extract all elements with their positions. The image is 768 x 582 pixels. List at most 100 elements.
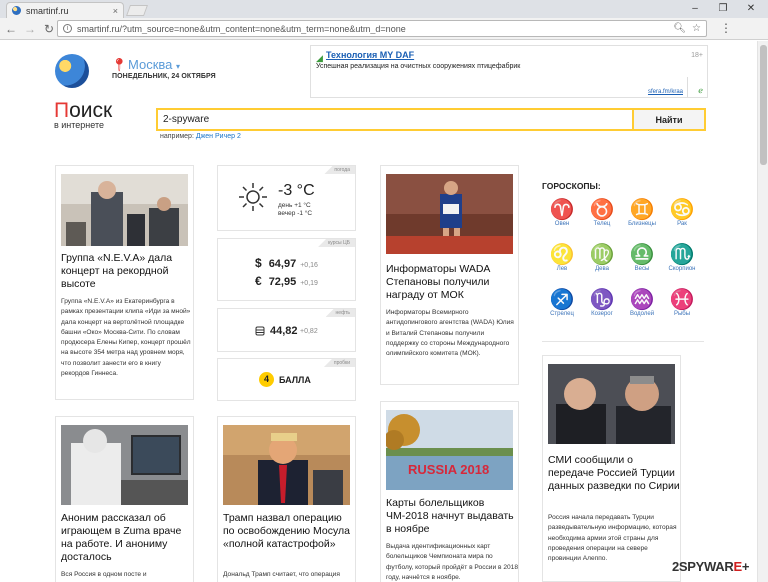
horoscope-sign-taurus[interactable]: ♉ Телец — [581, 199, 623, 227]
maximize-button[interactable]: ❐ — [712, 0, 734, 16]
oil-widget[interactable]: нефть 44,82 +0,82 — [217, 308, 356, 352]
news-photo-world-cup[interactable]: RUSSIA 2018 — [386, 410, 513, 490]
sign-label: Близнецы — [628, 221, 656, 227]
news-title[interactable]: СМИ сообщили о передаче Россией Турции д… — [548, 454, 680, 493]
reload-icon[interactable]: ↻ — [41, 22, 57, 36]
news-title[interactable]: Информаторы WADA Степановы получили нагр… — [386, 263, 518, 302]
news-photo-concert[interactable] — [61, 174, 188, 246]
sign-label: Козерог — [591, 311, 613, 317]
browser-menu-icon[interactable]: ⋮ — [720, 21, 732, 35]
svg-text:RUSSIA 2018: RUSSIA 2018 — [408, 462, 489, 477]
scrollbar-thumb[interactable] — [760, 45, 767, 165]
usd-value: 64,97 — [268, 258, 297, 270]
news-text: Россия начала передавать Турции разведыв… — [548, 514, 677, 563]
search-example-link[interactable]: Джен Ричер 2 — [196, 133, 241, 140]
tab-title: smartinf.ru — [26, 5, 69, 16]
minimize-button[interactable]: – — [684, 0, 706, 16]
day-temperature: день +1 °C — [278, 202, 311, 209]
brand-first-letter: П — [54, 99, 70, 122]
horoscope-sign-gemini[interactable]: ♊ Близнецы — [621, 199, 663, 227]
usd-rate: $64,97 +0,16 — [255, 256, 318, 270]
ad-age-label: 18+ — [691, 52, 703, 59]
eur-value: 72,95 — [268, 276, 297, 288]
news-title[interactable]: Группа «N.E.V.A» дала концерт на рекордн… — [61, 252, 191, 291]
horoscope-sign-scorpio[interactable]: ♏ Скорпион — [661, 244, 703, 272]
url-text[interactable]: smartinf.ru/?utm_source=none&utm_content… — [77, 24, 667, 34]
back-arrow-icon[interactable]: ← — [3, 22, 19, 36]
traffic-tag: пробки — [323, 359, 355, 367]
watermark-accent: E — [733, 559, 742, 574]
oil-tag: нефть — [325, 309, 355, 317]
page-scrollbar[interactable] — [757, 41, 768, 582]
horoscope-sign-aquarius[interactable]: ♒ Водолей — [621, 289, 663, 317]
news-photo-doctor[interactable] — [61, 425, 188, 505]
new-tab-button[interactable] — [125, 5, 149, 16]
chevron-down-icon: ▾ — [176, 62, 181, 71]
news-card[interactable]: СМИ сообщили о передаче Россией Турции д… — [542, 355, 681, 582]
temperature-forecast: день +1 °C вечер -1 °C — [278, 202, 312, 218]
horoscope-sign-pisces[interactable]: ♓ Рыбы — [661, 289, 703, 317]
scorpio-icon: ♏ — [669, 244, 695, 266]
news-card[interactable]: Информаторы WADA Степановы получили нагр… — [380, 165, 519, 385]
ad-network-icon[interactable]: ℯ — [698, 86, 703, 95]
ad-domain-link[interactable]: sfera.fm/kraa — [648, 89, 683, 95]
ad-divider — [687, 77, 688, 97]
horoscope-sign-capricorn[interactable]: ♑ Козерог — [581, 289, 623, 317]
tab-close-icon[interactable]: × — [113, 6, 118, 16]
news-card[interactable]: Аноним рассказал об играющем в Zuma врач… — [55, 416, 194, 582]
sign-label: Телец — [593, 221, 611, 227]
address-bar[interactable]: i smartinf.ru/?utm_source=none&utm_conte… — [57, 20, 707, 37]
traffic-label: БАЛЛА — [279, 375, 311, 385]
ad-banner[interactable]: ◢ Технология MY DAF Успешная реализация … — [310, 45, 708, 98]
usd-change: +0,16 — [300, 262, 318, 269]
currency-tag: курсы ЦБ — [318, 239, 355, 247]
pisces-icon: ♓ — [669, 289, 695, 311]
sign-label: Овен — [554, 221, 570, 227]
horoscope-sign-cancer[interactable]: ♋ Рак — [661, 199, 703, 227]
news-photo-leaders[interactable] — [548, 364, 675, 444]
close-window-button[interactable]: ✕ — [740, 0, 762, 16]
sign-label: Лев — [556, 266, 568, 272]
watermark-suffix: + — [741, 559, 750, 574]
traffic-widget[interactable]: пробки 4 БАЛЛА — [217, 358, 356, 401]
browser-tab[interactable]: smartinf.ru × — [6, 2, 124, 18]
news-card[interactable]: RUSSIA 2018 Карты болельщиков ЧМ-2018 на… — [380, 401, 519, 582]
search-button[interactable]: Найти — [632, 110, 704, 129]
weather-widget[interactable]: погода -3 °C день +1 °C вечер -1 °C — [217, 165, 356, 231]
bookmark-star-icon[interactable]: ☆ — [692, 23, 701, 34]
leo-icon: ♌ — [549, 244, 575, 266]
news-card[interactable]: Группа «N.E.V.A» дала концерт на рекордн… — [55, 165, 194, 400]
cancer-icon: ♋ — [669, 199, 695, 221]
site-info-icon[interactable]: i — [63, 24, 72, 33]
news-title[interactable]: Карты болельщиков ЧМ-2018 начнут выдават… — [386, 497, 518, 536]
brand-logo[interactable]: Поиск в интернете — [54, 99, 112, 130]
search-input[interactable] — [158, 110, 632, 129]
horoscope-sign-libra[interactable]: ♎ Весы — [621, 244, 663, 272]
horoscope-sign-aries[interactable]: ♈ Овен — [541, 199, 583, 227]
horoscope-title: ГОРОСКОПЫ: — [542, 181, 601, 191]
horoscope-sign-sagittarius[interactable]: ♐ Стрелец — [541, 289, 583, 317]
eur-rate: €72,95 +0,19 — [255, 274, 318, 288]
zoom-icon[interactable]: 🔍︎ — [673, 23, 686, 34]
news-card[interactable]: Трамп назвал операцию по освобождению Мо… — [217, 416, 356, 582]
horoscope-sign-leo[interactable]: ♌ Лев — [541, 244, 583, 272]
ad-text: Успешная реализация на очистных сооружен… — [316, 63, 521, 70]
horoscope-sign-virgo[interactable]: ♍ Дева — [581, 244, 623, 272]
news-text: Вся Россия в одном посте и — [61, 571, 147, 578]
current-date: ПОНЕДЕЛЬНИК, 24 ОКТЯБРЯ — [112, 73, 216, 80]
forward-arrow-icon[interactable]: → — [22, 22, 38, 36]
city-selector[interactable]: Москва ▾ — [128, 57, 180, 72]
current-temperature: -3 °C — [278, 182, 315, 199]
dollar-icon: $ — [255, 256, 262, 270]
news-photo-athlete[interactable] — [386, 174, 513, 254]
navigation-bar: ← → ↻ i smartinf.ru/?utm_source=none&utm… — [0, 18, 768, 40]
weather-tag: погода — [324, 166, 355, 174]
libra-icon: ♎ — [629, 244, 655, 266]
news-title[interactable]: Трамп назвал операцию по освобождению Мо… — [223, 512, 355, 551]
news-photo-trump[interactable] — [223, 425, 350, 505]
oil-value: 44,82 — [270, 325, 298, 337]
ad-title[interactable]: Технология MY DAF — [326, 50, 414, 60]
news-title[interactable]: Аноним рассказал об играющем в Zuma врач… — [61, 512, 193, 564]
currency-widget[interactable]: курсы ЦБ $64,97 +0,16 €72,95 +0,19 — [217, 238, 356, 301]
site-logo[interactable] — [55, 54, 89, 88]
